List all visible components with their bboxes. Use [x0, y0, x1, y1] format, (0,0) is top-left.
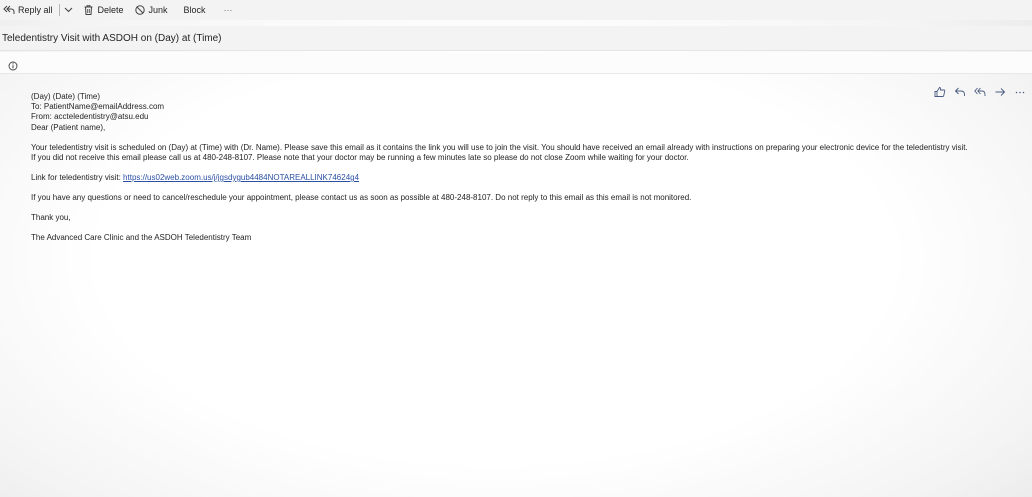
from-line: From: accteledentistry@atsu.edu [31, 112, 149, 121]
chevron-down-icon [64, 7, 73, 13]
junk-button[interactable]: Junk [132, 0, 171, 20]
paragraph-contact: If you have any questions or need to can… [31, 193, 692, 202]
more-actions-button[interactable]: ··· [221, 0, 236, 20]
block-button[interactable]: Block [181, 0, 209, 20]
date-line: (Day) (Date) (Time) [31, 92, 101, 101]
more-label: ··· [223, 5, 233, 15]
to-line: To: PatientName@emailAddress.com [31, 102, 165, 111]
block-circle-icon [134, 5, 145, 15]
paragraph-schedule: Your teledentistry visit is scheduled on… [31, 143, 968, 152]
zoom-link-line: Link for teledentistry visit: https://us… [31, 173, 991, 183]
subject-bar: Teledentistry Visit with ASDOH on (Day) … [0, 26, 1032, 51]
reply-all-icon [3, 5, 15, 15]
zoom-link-label: Link for teledentistry visit: [31, 173, 124, 182]
closing: Thank you, [31, 213, 71, 222]
message-subject: Teledentistry Visit with ASDOH on (Day) … [2, 32, 222, 44]
trash-icon [84, 5, 93, 15]
delete-label: Delete [97, 5, 124, 15]
toolbar-divider [58, 4, 60, 16]
reply-options-dropdown[interactable] [61, 0, 76, 20]
signature: The Advanced Care Clinic and the ASDOH T… [31, 233, 252, 242]
info-icon[interactable] [8, 58, 18, 71]
junk-label: Junk [148, 5, 168, 15]
info-bar [0, 52, 1032, 74]
reply-all-button[interactable]: Reply all [0, 0, 56, 20]
paragraph-schedule-continued: If you did not receive this email please… [31, 153, 689, 162]
zoom-link[interactable]: https://us02web.zoom.us/j/jgsdygub4484NO… [123, 173, 359, 182]
more-dots-icon[interactable] [1010, 86, 1030, 100]
command-toolbar: Reply all Delete Junk Block ··· [0, 0, 1032, 20]
greeting: Dear (Patient name), [31, 123, 106, 132]
forward-arrow-icon[interactable] [990, 86, 1010, 100]
delete-button[interactable]: Delete [81, 0, 127, 20]
message-body: (Day) (Date) (Time) To: PatientName@emai… [31, 92, 991, 243]
reply-all-label: Reply all [18, 5, 53, 15]
block-label: Block [183, 5, 206, 15]
